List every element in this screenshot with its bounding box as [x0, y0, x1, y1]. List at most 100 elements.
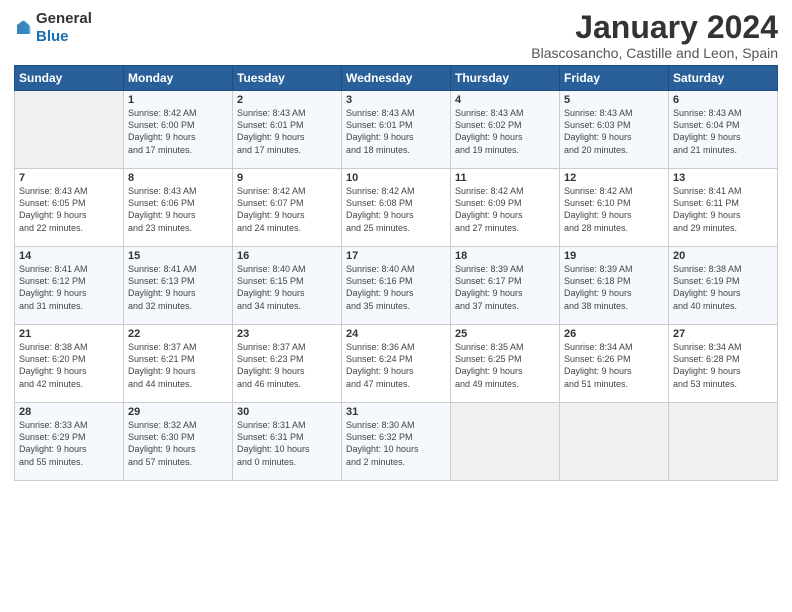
day-number: 18 [455, 250, 555, 262]
day-info: Sunrise: 8:32 AMSunset: 6:30 PMDaylight:… [128, 419, 228, 468]
header-row: General Blue January 2024 Blascosancho, … [14, 10, 778, 61]
day-number: 24 [346, 328, 446, 340]
calendar-cell: 14Sunrise: 8:41 AMSunset: 6:12 PMDayligh… [15, 247, 124, 325]
logo: General Blue [14, 10, 92, 46]
calendar-cell: 8Sunrise: 8:43 AMSunset: 6:06 PMDaylight… [124, 169, 233, 247]
day-info: Sunrise: 8:43 AMSunset: 6:06 PMDaylight:… [128, 185, 228, 234]
day-number: 30 [237, 406, 337, 418]
day-number: 29 [128, 406, 228, 418]
day-number: 6 [673, 94, 773, 106]
calendar-cell: 18Sunrise: 8:39 AMSunset: 6:17 PMDayligh… [451, 247, 560, 325]
calendar-cell: 9Sunrise: 8:42 AMSunset: 6:07 PMDaylight… [233, 169, 342, 247]
day-info: Sunrise: 8:39 AMSunset: 6:18 PMDaylight:… [564, 263, 664, 312]
day-number: 10 [346, 172, 446, 184]
day-info: Sunrise: 8:36 AMSunset: 6:24 PMDaylight:… [346, 341, 446, 390]
calendar-cell: 5Sunrise: 8:43 AMSunset: 6:03 PMDaylight… [560, 91, 669, 169]
calendar-cell: 1Sunrise: 8:42 AMSunset: 6:00 PMDaylight… [124, 91, 233, 169]
calendar-cell: 23Sunrise: 8:37 AMSunset: 6:23 PMDayligh… [233, 325, 342, 403]
day-number: 19 [564, 250, 664, 262]
calendar-cell [451, 403, 560, 481]
day-number: 16 [237, 250, 337, 262]
day-info: Sunrise: 8:38 AMSunset: 6:20 PMDaylight:… [19, 341, 119, 390]
calendar-cell: 16Sunrise: 8:40 AMSunset: 6:15 PMDayligh… [233, 247, 342, 325]
day-number: 4 [455, 94, 555, 106]
calendar-cell: 12Sunrise: 8:42 AMSunset: 6:10 PMDayligh… [560, 169, 669, 247]
calendar-cell: 13Sunrise: 8:41 AMSunset: 6:11 PMDayligh… [669, 169, 778, 247]
day-number: 22 [128, 328, 228, 340]
weekday-header-monday: Monday [124, 66, 233, 91]
day-number: 26 [564, 328, 664, 340]
day-number: 1 [128, 94, 228, 106]
calendar-cell [669, 403, 778, 481]
day-info: Sunrise: 8:40 AMSunset: 6:16 PMDaylight:… [346, 263, 446, 312]
day-number: 3 [346, 94, 446, 106]
calendar-cell: 15Sunrise: 8:41 AMSunset: 6:13 PMDayligh… [124, 247, 233, 325]
week-row-1: 1Sunrise: 8:42 AMSunset: 6:00 PMDaylight… [15, 91, 778, 169]
calendar-container: General Blue January 2024 Blascosancho, … [0, 0, 792, 487]
day-number: 15 [128, 250, 228, 262]
calendar-table: SundayMondayTuesdayWednesdayThursdayFrid… [14, 65, 778, 481]
day-number: 23 [237, 328, 337, 340]
day-info: Sunrise: 8:31 AMSunset: 6:31 PMDaylight:… [237, 419, 337, 468]
calendar-cell: 4Sunrise: 8:43 AMSunset: 6:02 PMDaylight… [451, 91, 560, 169]
day-number: 28 [19, 406, 119, 418]
weekday-header-sunday: Sunday [15, 66, 124, 91]
calendar-cell: 22Sunrise: 8:37 AMSunset: 6:21 PMDayligh… [124, 325, 233, 403]
calendar-cell: 24Sunrise: 8:36 AMSunset: 6:24 PMDayligh… [342, 325, 451, 403]
day-number: 25 [455, 328, 555, 340]
day-info: Sunrise: 8:39 AMSunset: 6:17 PMDaylight:… [455, 263, 555, 312]
day-number: 21 [19, 328, 119, 340]
logo-icon [14, 19, 32, 37]
day-info: Sunrise: 8:43 AMSunset: 6:01 PMDaylight:… [237, 107, 337, 156]
day-info: Sunrise: 8:43 AMSunset: 6:04 PMDaylight:… [673, 107, 773, 156]
day-info: Sunrise: 8:43 AMSunset: 6:03 PMDaylight:… [564, 107, 664, 156]
day-info: Sunrise: 8:42 AMSunset: 6:00 PMDaylight:… [128, 107, 228, 156]
day-number: 2 [237, 94, 337, 106]
day-info: Sunrise: 8:43 AMSunset: 6:01 PMDaylight:… [346, 107, 446, 156]
day-info: Sunrise: 8:34 AMSunset: 6:26 PMDaylight:… [564, 341, 664, 390]
calendar-cell: 21Sunrise: 8:38 AMSunset: 6:20 PMDayligh… [15, 325, 124, 403]
day-number: 11 [455, 172, 555, 184]
weekday-header-thursday: Thursday [451, 66, 560, 91]
calendar-cell: 19Sunrise: 8:39 AMSunset: 6:18 PMDayligh… [560, 247, 669, 325]
day-number: 27 [673, 328, 773, 340]
day-info: Sunrise: 8:43 AMSunset: 6:02 PMDaylight:… [455, 107, 555, 156]
calendar-subtitle: Blascosancho, Castille and Leon, Spain [531, 45, 778, 61]
logo-text: General Blue [36, 10, 92, 46]
weekday-header-saturday: Saturday [669, 66, 778, 91]
day-info: Sunrise: 8:41 AMSunset: 6:12 PMDaylight:… [19, 263, 119, 312]
week-row-3: 14Sunrise: 8:41 AMSunset: 6:12 PMDayligh… [15, 247, 778, 325]
day-info: Sunrise: 8:37 AMSunset: 6:21 PMDaylight:… [128, 341, 228, 390]
weekday-header-tuesday: Tuesday [233, 66, 342, 91]
calendar-cell: 3Sunrise: 8:43 AMSunset: 6:01 PMDaylight… [342, 91, 451, 169]
calendar-cell: 11Sunrise: 8:42 AMSunset: 6:09 PMDayligh… [451, 169, 560, 247]
calendar-cell: 26Sunrise: 8:34 AMSunset: 6:26 PMDayligh… [560, 325, 669, 403]
day-info: Sunrise: 8:43 AMSunset: 6:05 PMDaylight:… [19, 185, 119, 234]
calendar-cell: 31Sunrise: 8:30 AMSunset: 6:32 PMDayligh… [342, 403, 451, 481]
calendar-cell: 30Sunrise: 8:31 AMSunset: 6:31 PMDayligh… [233, 403, 342, 481]
day-info: Sunrise: 8:42 AMSunset: 6:07 PMDaylight:… [237, 185, 337, 234]
day-number: 12 [564, 172, 664, 184]
day-info: Sunrise: 8:42 AMSunset: 6:10 PMDaylight:… [564, 185, 664, 234]
day-number: 31 [346, 406, 446, 418]
logo-general: General [36, 10, 92, 27]
day-info: Sunrise: 8:42 AMSunset: 6:08 PMDaylight:… [346, 185, 446, 234]
weekday-header-friday: Friday [560, 66, 669, 91]
weekday-header-row: SundayMondayTuesdayWednesdayThursdayFrid… [15, 66, 778, 91]
day-number: 20 [673, 250, 773, 262]
week-row-5: 28Sunrise: 8:33 AMSunset: 6:29 PMDayligh… [15, 403, 778, 481]
day-info: Sunrise: 8:42 AMSunset: 6:09 PMDaylight:… [455, 185, 555, 234]
logo-blue: Blue [36, 28, 69, 45]
calendar-cell: 6Sunrise: 8:43 AMSunset: 6:04 PMDaylight… [669, 91, 778, 169]
title-block: January 2024 Blascosancho, Castille and … [531, 10, 778, 61]
day-number: 9 [237, 172, 337, 184]
calendar-cell: 10Sunrise: 8:42 AMSunset: 6:08 PMDayligh… [342, 169, 451, 247]
day-number: 7 [19, 172, 119, 184]
day-info: Sunrise: 8:34 AMSunset: 6:28 PMDaylight:… [673, 341, 773, 390]
day-info: Sunrise: 8:37 AMSunset: 6:23 PMDaylight:… [237, 341, 337, 390]
day-number: 13 [673, 172, 773, 184]
calendar-cell: 2Sunrise: 8:43 AMSunset: 6:01 PMDaylight… [233, 91, 342, 169]
calendar-cell: 25Sunrise: 8:35 AMSunset: 6:25 PMDayligh… [451, 325, 560, 403]
calendar-cell: 29Sunrise: 8:32 AMSunset: 6:30 PMDayligh… [124, 403, 233, 481]
calendar-cell: 28Sunrise: 8:33 AMSunset: 6:29 PMDayligh… [15, 403, 124, 481]
